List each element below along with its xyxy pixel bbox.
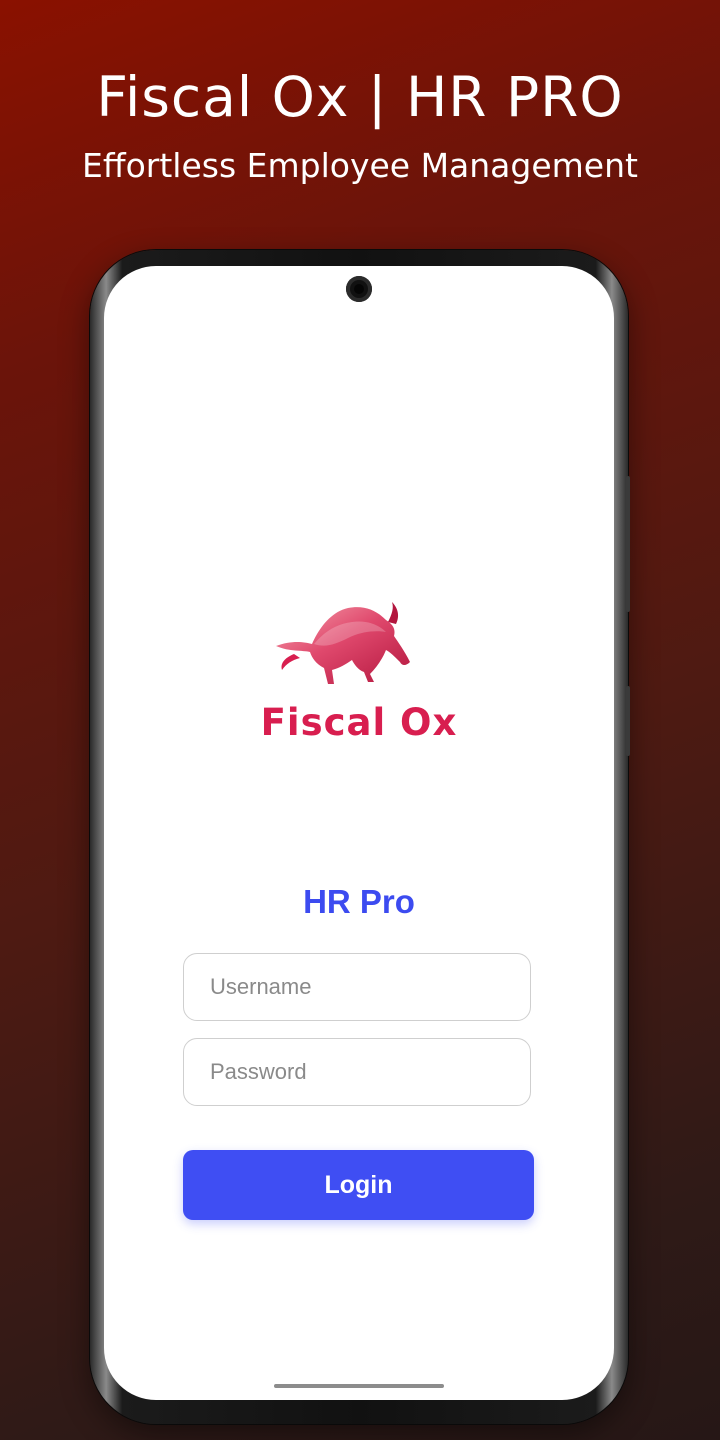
bull-logo-icon — [276, 602, 410, 684]
home-indicator[interactable] — [274, 1384, 444, 1388]
promo-subtitle: Effortless Employee Management — [82, 146, 638, 185]
username-input[interactable] — [183, 953, 531, 1021]
front-camera-icon — [346, 276, 372, 302]
login-button[interactable]: Login — [183, 1150, 534, 1220]
password-input[interactable] — [183, 1038, 531, 1106]
phone-screen: Fiscal Ox HR Pro Login — [104, 266, 614, 1400]
promo-title: Fiscal Ox | HR PRO — [96, 65, 624, 129]
app-heading: HR Pro — [303, 883, 415, 920]
brand-logo-text: Fiscal Ox — [260, 701, 458, 744]
power-button — [626, 686, 630, 756]
volume-button — [626, 476, 630, 612]
